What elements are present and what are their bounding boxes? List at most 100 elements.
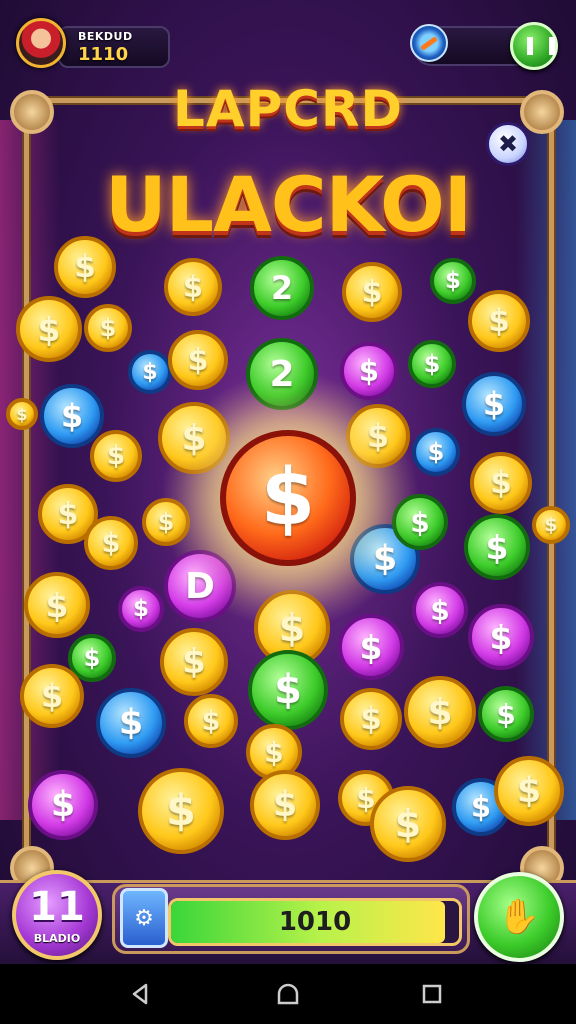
- game-stage: $ $ $ $2 $ $ $ $ $2 $ $ $ $ $ $ $ $ $ $ $ $ $ $ $ $ $ $ D $ $ $ $ $ $ $ $ $ $…: [0, 0, 576, 964]
- coin-symbol: $: [496, 697, 516, 731]
- coin[interactable]: $: [20, 664, 84, 728]
- coin[interactable]: $: [128, 350, 172, 394]
- coin[interactable]: $: [430, 258, 476, 304]
- booster-glyph: ⚙: [134, 905, 154, 931]
- coin[interactable]: $: [468, 290, 530, 352]
- coin[interactable]: D: [164, 550, 236, 622]
- coin[interactable]: $: [468, 604, 534, 670]
- coin[interactable]: $: [84, 304, 132, 352]
- coin[interactable]: $: [6, 398, 38, 430]
- coin[interactable]: $: [168, 330, 228, 390]
- coin[interactable]: $: [408, 340, 456, 388]
- player-score: 1110: [78, 44, 129, 65]
- coin[interactable]: $: [16, 296, 82, 362]
- coin-symbol: 2: [270, 269, 294, 307]
- back-button[interactable]: [122, 976, 158, 1012]
- coin[interactable]: $: [470, 452, 532, 514]
- booster-icon[interactable]: ⚙: [120, 888, 168, 948]
- coin-symbol: $: [157, 508, 175, 536]
- coin-symbol: $: [16, 404, 28, 424]
- coin-symbol: $: [182, 642, 206, 682]
- coin[interactable]: $: [404, 676, 476, 748]
- coin[interactable]: $: [248, 650, 328, 730]
- jackpot-coin-symbol: $: [260, 453, 316, 543]
- coin[interactable]: $: [138, 768, 224, 854]
- coin-symbol: $: [99, 314, 117, 342]
- coin[interactable]: $: [90, 430, 142, 482]
- home-button[interactable]: [270, 976, 306, 1012]
- coin-symbol: $: [423, 350, 441, 378]
- recent-apps-button[interactable]: [414, 976, 450, 1012]
- top-hud: BEKDUD 1110: [0, 14, 576, 78]
- coin[interactable]: 2: [250, 256, 314, 320]
- coin[interactable]: $: [142, 498, 190, 546]
- coin-symbol: $: [106, 441, 126, 471]
- coin[interactable]: $: [340, 688, 402, 750]
- coin-symbol: $: [372, 539, 398, 579]
- coin[interactable]: $: [532, 506, 570, 544]
- coin[interactable]: $: [160, 628, 228, 696]
- coin[interactable]: $: [164, 258, 222, 316]
- pause-button[interactable]: [510, 22, 558, 70]
- coin-symbol: $: [485, 527, 509, 567]
- coin-symbol: $: [57, 496, 79, 532]
- coin[interactable]: $: [184, 694, 238, 748]
- coin[interactable]: $: [28, 770, 98, 840]
- coin[interactable]: $: [84, 516, 138, 570]
- coin[interactable]: $: [412, 428, 460, 476]
- coin[interactable]: $: [340, 342, 398, 400]
- recent-apps-icon: [422, 984, 442, 1004]
- coin[interactable]: $: [346, 404, 410, 468]
- coin[interactable]: $: [370, 786, 446, 862]
- coin[interactable]: 2: [246, 338, 318, 410]
- level-number: 11: [29, 884, 85, 930]
- coin-symbol: $: [394, 802, 422, 846]
- back-icon: [132, 983, 148, 1005]
- coin-symbol: $: [181, 417, 207, 459]
- coin[interactable]: $: [494, 756, 564, 826]
- home-icon: [277, 983, 299, 1005]
- jackpot-coin[interactable]: $: [220, 430, 356, 566]
- coin[interactable]: $: [118, 586, 164, 632]
- coin-symbol: $: [201, 705, 221, 737]
- coin-symbol: $: [360, 701, 382, 737]
- coin[interactable]: $: [24, 572, 90, 638]
- coin-symbol: $: [366, 417, 390, 455]
- coin-symbol: $: [74, 249, 96, 285]
- coin-symbol: $: [278, 606, 306, 650]
- coin-symbol: $: [118, 703, 144, 743]
- coin[interactable]: $: [40, 384, 104, 448]
- coin[interactable]: $: [462, 372, 526, 436]
- coin[interactable]: $: [158, 402, 230, 474]
- coin-symbol: $: [83, 644, 101, 672]
- coin-symbol: $: [132, 596, 149, 622]
- coin[interactable]: $: [412, 582, 468, 638]
- coin-symbol: $: [489, 617, 513, 657]
- coin-symbol: $: [60, 397, 84, 435]
- coin-symbol: $: [182, 270, 204, 304]
- coin-symbol: $: [410, 505, 430, 539]
- coin-symbol: $: [430, 593, 450, 627]
- coin[interactable]: $: [392, 494, 448, 550]
- coin[interactable]: $: [478, 686, 534, 742]
- coin-symbol: 2: [269, 353, 295, 395]
- coin-symbol: $: [50, 785, 76, 825]
- coin-symbol: $: [37, 309, 61, 349]
- coin[interactable]: $: [464, 514, 530, 580]
- coin-symbol: $: [361, 274, 383, 310]
- close-button[interactable]: ✖: [486, 122, 530, 166]
- coin-symbol: D: [185, 565, 215, 607]
- coin-symbol: $: [45, 585, 69, 625]
- coin-symbol: $: [470, 790, 492, 824]
- compass-icon[interactable]: [410, 24, 448, 62]
- play-button[interactable]: ✋: [474, 872, 564, 962]
- coin-symbol: $: [264, 735, 284, 769]
- coin[interactable]: $: [250, 770, 320, 840]
- coin[interactable]: $: [96, 688, 166, 758]
- coin-symbol: $: [142, 359, 158, 385]
- player-avatar[interactable]: [16, 18, 66, 68]
- coin-symbol: $: [427, 691, 453, 733]
- coin-symbol: $: [482, 385, 506, 423]
- coin[interactable]: $: [338, 614, 404, 680]
- coin[interactable]: $: [342, 262, 402, 322]
